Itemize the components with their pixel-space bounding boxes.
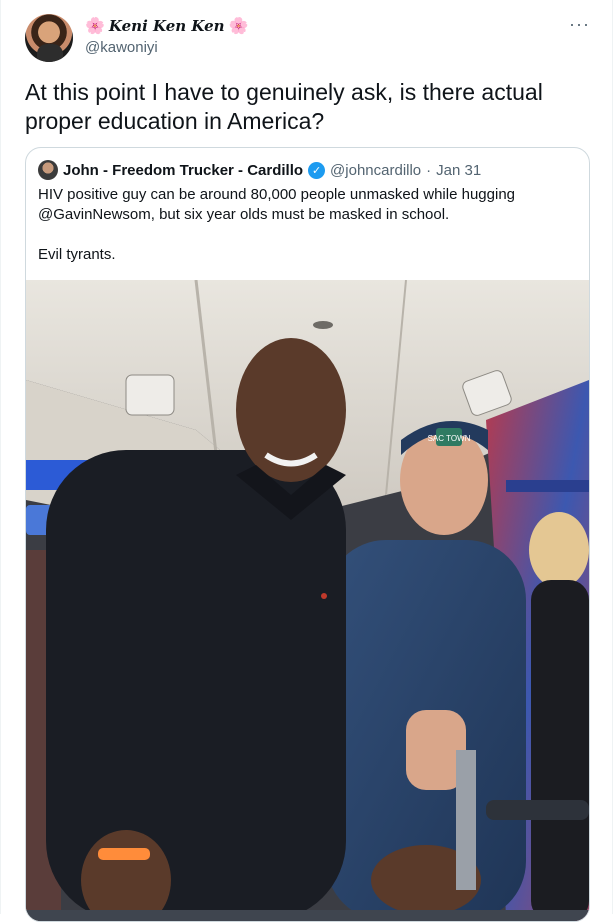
tweet-card: 🌸 Keni Ken Ken 🌸 @kawoniyi ··· At this p… [0, 0, 613, 922]
flower-emoji-icon: 🌸 [228, 16, 249, 35]
author-name-row[interactable]: 🌸 Keni Ken Ken 🌸 [85, 17, 248, 35]
author-avatar[interactable] [25, 14, 73, 62]
stadium-photo-illustration: SAC TOWN [26, 280, 589, 921]
quoted-author-avatar[interactable] [38, 160, 58, 180]
quoted-tweet-header: John - Freedom Trucker - Cardillo ✓ @joh… [38, 160, 481, 180]
more-options-icon[interactable]: ··· [569, 14, 590, 35]
tweet-text: At this point I have to genuinely ask, i… [25, 79, 543, 134]
quoted-tweet-text: HIV positive guy can be around 80,000 pe… [38, 185, 568, 265]
quoted-tweet-date[interactable]: Jan 31 [436, 162, 481, 179]
quoted-tweet-line: HIV positive guy can be around 80,000 pe… [38, 186, 515, 223]
quoted-tweet[interactable]: John - Freedom Trucker - Cardillo ✓ @joh… [25, 147, 590, 922]
quoted-tweet-line: Evil tyrants. [38, 246, 116, 263]
verified-badge-icon: ✓ [308, 161, 326, 179]
cap-logo-text: SAC TOWN [428, 434, 471, 443]
author-handle[interactable]: @kawoniyi [85, 39, 158, 56]
quoted-author-name[interactable]: John - Freedom Trucker - Cardillo [63, 162, 303, 179]
quoted-author-handle[interactable]: @johncardillo [330, 162, 421, 179]
separator-dot: · [426, 161, 432, 179]
quoted-tweet-photo[interactable]: SAC TOWN [26, 280, 589, 921]
flower-emoji-icon: 🌸 [85, 16, 105, 35]
author-display-name[interactable]: Keni Ken Ken [109, 17, 225, 35]
